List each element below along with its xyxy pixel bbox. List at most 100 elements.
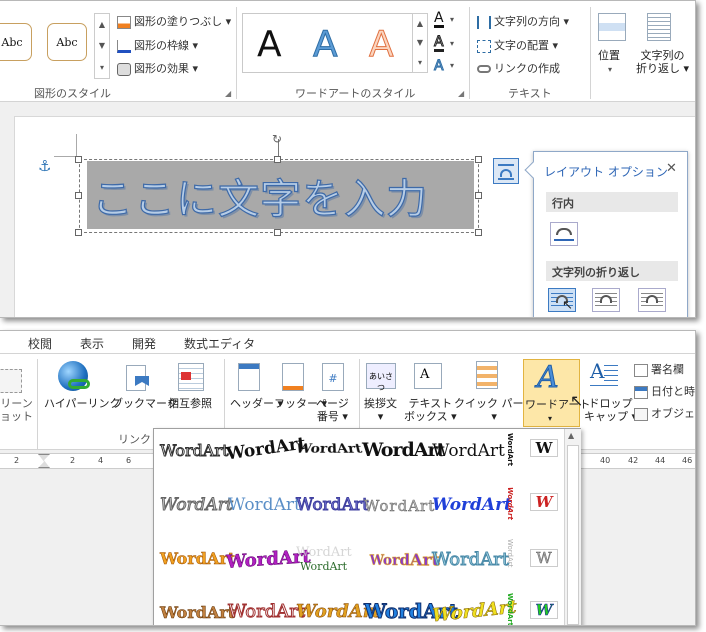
- position-button-label[interactable]: 位置: [598, 49, 620, 62]
- wordart-item[interactable]: WordArt: [432, 441, 505, 461]
- wordart-style-blue[interactable]: A: [313, 24, 339, 66]
- resize-handle[interactable]: [75, 229, 82, 236]
- chevron-down-icon[interactable]: ▾: [450, 39, 454, 48]
- wordart-item[interactable]: WordArt: [294, 442, 364, 457]
- resize-handle[interactable]: [475, 192, 482, 199]
- wrap-text-button-label[interactable]: 文字列の 折り返し ▾: [636, 49, 689, 75]
- wordart-item[interactable]: WordArt: [160, 495, 234, 516]
- screenshot-icon[interactable]: [0, 369, 22, 393]
- scroll-up-icon[interactable]: ▲: [568, 431, 574, 440]
- scroll-up-icon[interactable]: ▲: [417, 19, 423, 28]
- wordart-style-scroller[interactable]: ▲ ▼ ▾: [412, 13, 428, 73]
- wordart-item-w[interactable]: W: [530, 493, 558, 511]
- position-icon[interactable]: [598, 13, 626, 41]
- layout-options-button[interactable]: [493, 158, 519, 184]
- tab-review[interactable]: 校閲: [28, 335, 52, 352]
- shape-style-swatch-2[interactable]: Abc: [47, 23, 87, 61]
- chevron-down-icon[interactable]: ▾: [450, 15, 454, 24]
- tab-equation-editor[interactable]: 数式エディタ: [184, 335, 255, 352]
- resize-handle[interactable]: [75, 156, 82, 163]
- chevron-down-icon[interactable]: ▾: [608, 63, 612, 76]
- tab-view[interactable]: 表示: [80, 335, 104, 352]
- resize-handle[interactable]: [475, 156, 482, 163]
- wordart-item-vertical[interactable]: WordArt: [506, 433, 514, 466]
- resize-handle[interactable]: [274, 229, 281, 236]
- chevron-down-icon[interactable]: ▾: [450, 61, 454, 70]
- wordart-item[interactable]: WordArt: [432, 495, 512, 515]
- scroll-up-icon[interactable]: ▲: [99, 20, 105, 29]
- create-link-button[interactable]: リンクの作成: [477, 60, 560, 76]
- hyperlink-button[interactable]: ハイパーリンク: [44, 397, 121, 410]
- wordart-item[interactable]: WordArt: [431, 549, 509, 571]
- wordart-item-w[interactable]: W: [530, 601, 558, 619]
- drop-cap-button[interactable]: ドロップ キャップ ▾: [584, 397, 637, 423]
- wordart-item[interactable]: WordArt: [296, 545, 352, 560]
- greeting-button[interactable]: 挨拶文 ▾: [364, 397, 397, 423]
- shape-style-swatch-1[interactable]: Abc: [0, 23, 32, 61]
- wordart-item-vertical[interactable]: WordArt: [506, 593, 514, 625]
- wordart-item[interactable]: WordArt: [300, 560, 347, 573]
- wordart-style-orange[interactable]: A: [369, 24, 395, 66]
- pen-icon: [117, 39, 131, 53]
- more-icon[interactable]: ▾: [100, 63, 104, 72]
- wrap-tight-option[interactable]: [592, 288, 620, 312]
- shape-fill-button[interactable]: 図形の塗りつぶし ▾: [117, 13, 231, 29]
- wordart-text[interactable]: ここに文字を入力: [91, 165, 428, 225]
- text-fill-icon[interactable]: A: [434, 11, 444, 28]
- text-effects-icon[interactable]: A: [434, 59, 445, 74]
- wordart-icon: A: [537, 360, 560, 396]
- wordart-item[interactable]: WordArt: [160, 441, 230, 461]
- wordart-item-w[interactable]: W: [530, 439, 558, 457]
- rotate-handle-icon[interactable]: ↻: [272, 132, 282, 146]
- cross-reference-button[interactable]: 相互参照: [168, 397, 212, 410]
- page-number-button[interactable]: ページ 番号 ▾: [316, 397, 349, 423]
- tab-developer[interactable]: 開発: [132, 335, 156, 352]
- wordart-gallery: WordArt WordArt WordArt WordArt WordArt …: [153, 428, 581, 625]
- wordart-item[interactable]: WordArt: [160, 549, 236, 569]
- wordart-item-vertical[interactable]: WordArt: [506, 539, 514, 567]
- indent-marker-icon[interactable]: [38, 454, 50, 468]
- wordart-item[interactable]: WordArt: [225, 434, 307, 465]
- signature-line-button[interactable]: 署名欄: [634, 361, 684, 377]
- wordart-item[interactable]: WordArt: [160, 603, 236, 623]
- dialog-launcher-icon[interactable]: ◢: [225, 89, 231, 98]
- wordart-item-vertical[interactable]: WordArt: [506, 487, 514, 520]
- shape-style-scroller[interactable]: ▲ ▼ ▾: [94, 13, 110, 79]
- close-icon[interactable]: ✕: [666, 161, 677, 176]
- date-time-button[interactable]: 日付と時: [634, 383, 695, 399]
- anchor-icon[interactable]: ⚓: [38, 157, 51, 175]
- dialog-launcher-icon[interactable]: ◢: [458, 89, 464, 98]
- gallery-scrollbar[interactable]: ▲: [564, 429, 581, 625]
- more-icon[interactable]: ▾: [418, 58, 422, 67]
- screenshot-button-label[interactable]: リーン ョット: [0, 397, 33, 423]
- object-button[interactable]: オブジェク: [634, 405, 695, 421]
- wordart-item[interactable]: WordArt: [364, 497, 435, 516]
- wordart-item-w[interactable]: W: [530, 549, 558, 567]
- bookmark-icon: [126, 365, 149, 391]
- globe-icon: [58, 361, 90, 391]
- signature-icon: [634, 363, 648, 377]
- align-text-button[interactable]: 文字の配置 ▾: [477, 37, 558, 53]
- wordart-item[interactable]: WordArt: [227, 601, 305, 623]
- wordart-item[interactable]: WordArt: [296, 495, 370, 516]
- scroll-down-icon[interactable]: ▼: [99, 41, 105, 50]
- resize-handle[interactable]: [75, 192, 82, 199]
- wordart-item[interactable]: WordArt: [228, 495, 301, 515]
- resize-handle[interactable]: [274, 156, 281, 163]
- inline-with-text-option[interactable]: [550, 222, 578, 246]
- footer-icon: [282, 363, 304, 391]
- scroll-down-icon[interactable]: ▼: [417, 38, 423, 47]
- wordart-item[interactable]: WordArt: [369, 550, 440, 571]
- wordart-style-black[interactable]: A: [257, 24, 282, 65]
- textbox-button[interactable]: テキスト ボックス ▾: [404, 397, 457, 423]
- wrap-text-icon[interactable]: [647, 13, 671, 41]
- page-number-icon: #: [322, 363, 344, 391]
- shape-effects-button[interactable]: 図形の効果 ▾: [117, 60, 198, 76]
- shape-outline-button[interactable]: 図形の枠線 ▾: [117, 37, 198, 53]
- mouse-cursor-icon: ↖: [562, 298, 573, 313]
- text-outline-icon[interactable]: A: [434, 35, 444, 52]
- scrollbar-thumb[interactable]: [567, 445, 579, 625]
- text-direction-button[interactable]: 文字列の方向 ▾: [477, 13, 569, 29]
- wrap-through-option[interactable]: [638, 288, 666, 312]
- resize-handle[interactable]: [475, 229, 482, 236]
